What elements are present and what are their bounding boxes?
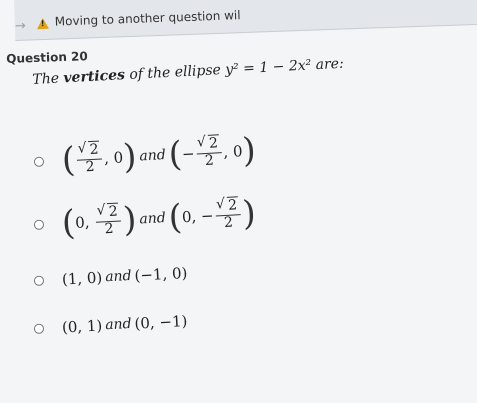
answer-option-1[interactable]: ( 2 2 , 0 ) and ( − 2 2 , 0 ) [33,130,257,181]
warning-message: Moving to another question wil [54,8,241,29]
answer-option-4[interactable]: (0, 1) and (0, −1) [33,312,188,338]
prompt-text-before: The [32,70,64,88]
answer-option-2[interactable]: ( 0, 2 2 ) and ( 0, − 2 2 ) [33,193,257,244]
nav-arrow-icon: → [14,18,27,34]
fraction-sqrt2-over-2: 2 2 [195,134,223,169]
fraction-sqrt2-over-2: 2 2 [95,202,122,238]
warning-icon: ! [36,17,50,30]
question-number: Question 20 [6,49,88,66]
radio-button-2[interactable] [33,219,45,230]
radio-button-3[interactable] [33,275,45,286]
fraction-sqrt2-over-2: 2 2 [214,196,242,231]
prompt-text-after: of the ellipse y² = 1 − 2x² are: [124,55,345,84]
radio-button-1[interactable] [33,156,45,167]
prompt-emphasis: vertices [63,67,126,87]
radio-button-4[interactable] [33,323,45,334]
navigation-warning-banner: → ! Moving to another question wil [14,0,477,41]
fraction-sqrt2-over-2: 2 2 [76,140,103,176]
answer-option-3[interactable]: (1, 0) and (−1, 0) [33,264,188,290]
